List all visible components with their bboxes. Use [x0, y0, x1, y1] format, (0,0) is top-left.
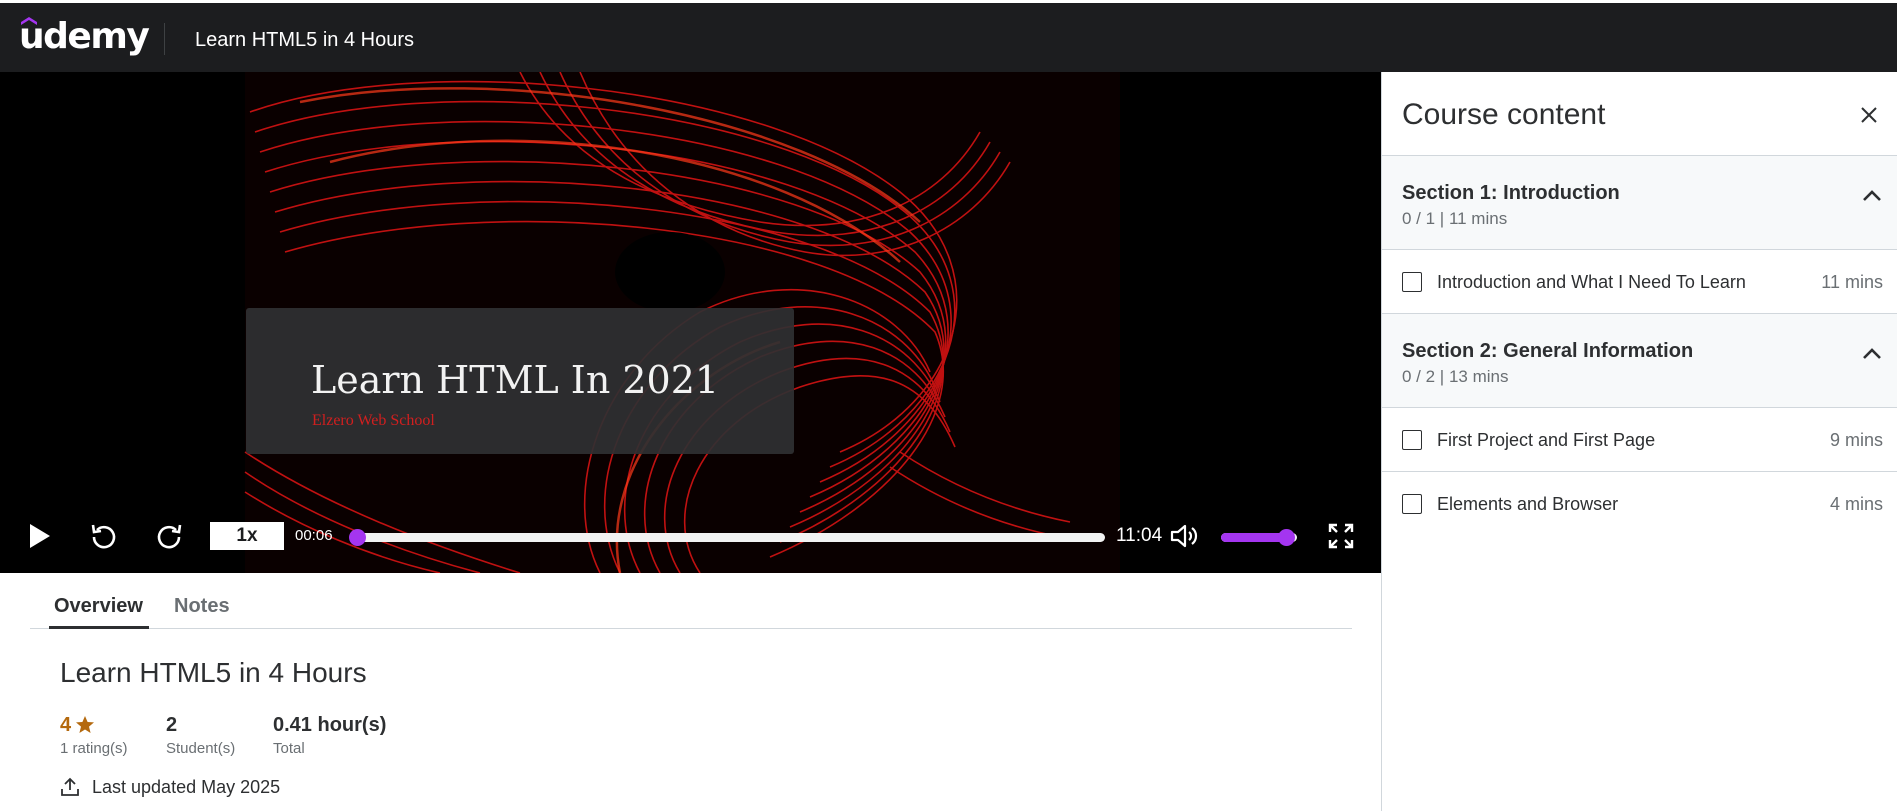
total-time: 11:04 [1116, 525, 1163, 546]
progress-bar[interactable] [348, 529, 1105, 546]
video-controls: 1x 00:06 11:04 [0, 504, 1381, 568]
upload-icon [61, 777, 79, 796]
lecture-item[interactable]: Introduction and What I Need To Learn 11… [1382, 250, 1897, 314]
lecture-duration: 9 mins [1829, 430, 1883, 450]
header-course-title[interactable]: Learn HTML5 in 4 Hours [195, 27, 414, 53]
lecture-checkbox[interactable] [1402, 430, 1422, 450]
play-icon [30, 524, 50, 548]
video-player[interactable]: Learn HTML In 2021 Elzero Web School 1x … [0, 72, 1381, 573]
lecture-duration: 4 mins [1829, 494, 1883, 514]
video-title-card: Learn HTML In 2021 Elzero Web School [246, 308, 794, 454]
playback-speed-button[interactable]: 1x [210, 522, 284, 550]
forward-icon [157, 524, 182, 549]
fullscreen-button[interactable] [1323, 518, 1359, 554]
course-content-sidebar: Course content Section 1: Introduction 0… [1381, 72, 1897, 811]
logo-text: udemy [19, 16, 150, 57]
logo-hat-icon [21, 17, 37, 25]
volume-slider-handle[interactable] [1277, 529, 1295, 546]
rating-value: 4 [60, 714, 72, 736]
last-updated-text: Last updated May 2025 [92, 777, 281, 797]
rewind-icon [91, 524, 116, 549]
students-label: Student(s) [166, 740, 236, 757]
volume-slider[interactable] [1221, 529, 1297, 546]
lecture-title: Elements and Browser [1437, 494, 1619, 514]
students-stat: 2 Student(s) [166, 713, 235, 759]
section-header-2[interactable]: Section 2: General Information 0 / 2 | 1… [1382, 314, 1897, 408]
volume-button[interactable] [1166, 518, 1202, 554]
header-divider [164, 23, 165, 55]
overview-course-title: Learn HTML5 in 4 Hours [60, 657, 367, 688]
section-title: Section 2: General Information [1402, 340, 1694, 362]
sidebar-title: Course content [1402, 98, 1606, 131]
rewind-button[interactable] [86, 518, 122, 554]
students-value: 2 [166, 714, 178, 736]
lecture-item[interactable]: Elements and Browser 4 mins [1382, 472, 1897, 536]
forward-button[interactable] [151, 518, 187, 554]
tab-overview[interactable]: Overview [54, 593, 143, 619]
chevron-up-icon [1863, 190, 1881, 201]
lecture-checkbox[interactable] [1402, 494, 1422, 514]
lecture-duration: 11 mins [1821, 272, 1883, 292]
lecture-item[interactable]: First Project and First Page 9 mins [1382, 408, 1897, 472]
video-title-card-heading: Learn HTML In 2021 [311, 358, 720, 402]
play-button[interactable] [22, 518, 58, 554]
fullscreen-icon [1328, 523, 1354, 549]
close-sidebar-button[interactable] [1854, 100, 1884, 130]
total-hours-stat: 0.41 hour(s) Total [273, 713, 386, 759]
section-title: Section 1: Introduction [1402, 182, 1620, 204]
lecture-title: Introduction and What I Need To Learn [1437, 272, 1746, 292]
udemy-logo[interactable]: udemy [19, 16, 150, 57]
progress-bar-handle[interactable] [348, 529, 366, 546]
rating-label: 1 rating(s) [60, 740, 128, 757]
total-hours-label: Total [273, 740, 305, 757]
section-header-1[interactable]: Section 1: Introduction 0 / 1 | 11 mins [1382, 156, 1897, 250]
active-tab-indicator [49, 626, 149, 629]
total-hours-value: 0.41 hour(s) [273, 714, 387, 736]
video-title-card-subtitle: Elzero Web School [312, 412, 435, 429]
section-meta: 0 / 1 | 11 mins [1402, 209, 1508, 228]
lecture-checkbox[interactable] [1402, 272, 1422, 292]
chevron-up-icon [1863, 348, 1881, 359]
last-updated: Last updated May 2025 [60, 775, 280, 799]
volume-slider-fill [1221, 533, 1286, 542]
close-icon [1861, 107, 1877, 123]
elapsed-time: 00:06 [295, 527, 333, 544]
star-icon [76, 716, 95, 733]
top-header: udemy Learn HTML5 in 4 Hours [0, 0, 1897, 72]
content-tabs: Overview Notes [30, 573, 1352, 629]
sidebar-header: Course content [1382, 72, 1897, 156]
section-meta: 0 / 2 | 13 mins [1402, 367, 1509, 386]
lecture-title: First Project and First Page [1437, 430, 1656, 450]
rating-stat: 4 1 rating(s) [60, 713, 128, 759]
tab-notes[interactable]: Notes [174, 593, 230, 619]
volume-icon [1170, 524, 1198, 548]
